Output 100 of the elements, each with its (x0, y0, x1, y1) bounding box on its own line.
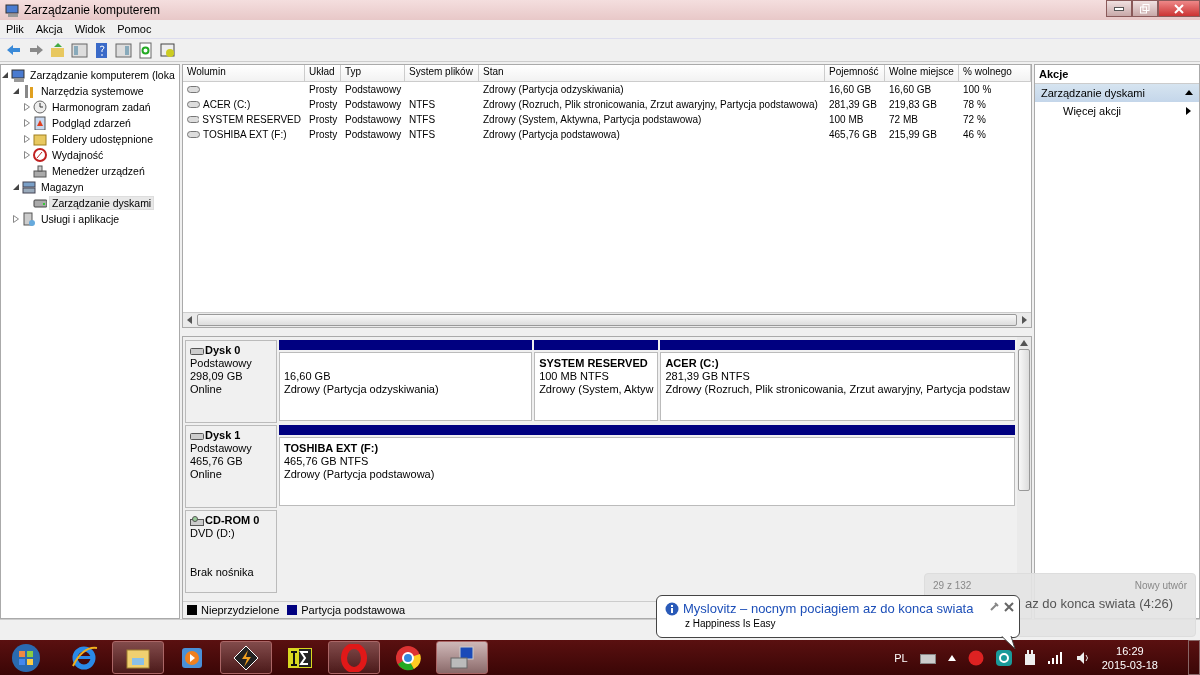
disk-type: Podstawowy (190, 442, 253, 455)
partition-block[interactable]: ACER (C:) 281,39 GB NTFS Zdrowy (Rozruch, Plik stronicowania, Zrzut awaryjny, Partycja podstaw (660, 352, 1015, 421)
disk-type: DVD (D:) (190, 527, 236, 540)
expand-arrow-icon[interactable] (12, 215, 20, 223)
menu-item[interactable]: Widok (68, 23, 112, 35)
tree-item[interactable]: Narzędzia systemowe (38, 84, 147, 98)
clock-time[interactable]: 16:29 (1116, 643, 1144, 658)
drive-icon (187, 101, 200, 108)
e-letter-icon[interactable] (995, 649, 1012, 666)
tree-item[interactable]: Magazyn (38, 180, 87, 194)
table-cell-text: Prosty (309, 83, 338, 97)
table-cell-text: 219,83 GB (889, 98, 937, 112)
up-button[interactable] (48, 41, 66, 59)
info-icon (665, 601, 679, 616)
window-title: Zarządzanie komputerem (24, 3, 162, 17)
column-header[interactable]: Wolne miejsce (885, 65, 959, 82)
table-cell-text: 16,60 GB (889, 83, 932, 97)
column-header[interactable]: % wolnego (959, 65, 1031, 82)
collapse-arrow-icon[interactable] (1185, 90, 1193, 96)
column-header[interactable]: Wolumin (183, 65, 305, 82)
signal-bars-icon[interactable] (1047, 651, 1064, 664)
disk-drive-icon (190, 345, 204, 356)
table-cell-text: Podstawowy (345, 113, 402, 127)
scroll-up-icon[interactable] (1019, 339, 1029, 347)
speaker-icon[interactable] (1075, 650, 1090, 665)
column-header[interactable]: Pojemność (825, 65, 885, 82)
maximize-button[interactable] (1132, 0, 1158, 17)
table-cell-text: Prosty (309, 113, 338, 127)
close-icon (1174, 3, 1184, 14)
show-hidden-icon[interactable] (947, 654, 956, 661)
table-cell-text: 465,76 GB (829, 128, 877, 142)
scrollbar-thumb[interactable] (1018, 349, 1030, 491)
actions-section[interactable]: Zarządzanie dyskami (1035, 84, 1199, 102)
disk-name: Dysk 1 (205, 429, 241, 442)
track-title: az do konca swiata (4:26) (1025, 596, 1174, 611)
menu-item[interactable]: Plik (0, 23, 30, 35)
menu-item[interactable]: Akcja (29, 23, 69, 35)
expand-arrow-icon[interactable] (23, 135, 31, 143)
browser-icon (394, 643, 422, 672)
notification-subtitle: z Happiness Is Easy (684, 618, 777, 629)
tree-item[interactable]: Wydajność (49, 148, 107, 162)
disk-drive-icon (190, 430, 204, 441)
tree-item[interactable]: Harmonogram zadań (49, 100, 154, 114)
collapse-arrow-icon[interactable] (1, 71, 9, 79)
submenu-arrow-icon (1186, 107, 1191, 115)
scroll-right-icon[interactable] (1019, 315, 1029, 325)
table-cell-text: 46 % (963, 128, 986, 142)
tree-item[interactable]: Menedżer urządzeń (49, 164, 148, 178)
tree-item[interactable]: Podgląd zdarzeń (49, 116, 134, 130)
tree-item[interactable]: Usługi i aplikacje (38, 212, 123, 226)
table-cell-text: 72 % (963, 113, 986, 127)
tree-item[interactable]: Zarządzanie komputerem (loka (27, 68, 178, 82)
collapse-arrow-icon[interactable] (12, 183, 20, 191)
collapse-arrow-icon[interactable] (12, 87, 20, 95)
table-cell-text: Prosty (309, 128, 338, 142)
column-header[interactable]: Stan (479, 65, 825, 82)
partition-block[interactable]: 16,60 GB Zdrowy (Partycja odzyskiwania) (279, 352, 533, 421)
notification-title: Myslovitz – nocnym pociagiem az do konca swiata (683, 601, 974, 616)
partition-name: TOSHIBA EXT (F:) (284, 442, 379, 455)
tree-item[interactable]: Zarządzanie dyskami (49, 196, 155, 210)
action-item[interactable]: Więcej akcji (1035, 102, 1199, 120)
language-indicator[interactable]: PL (894, 651, 908, 664)
tools-icon (22, 84, 36, 98)
menu-item[interactable]: Pomoc (111, 23, 158, 35)
disk-status: Brak nośnika (190, 566, 255, 579)
show-desktop-button[interactable] (1188, 640, 1200, 675)
refresh-button[interactable] (136, 41, 154, 59)
table-cell-text: 78 % (963, 98, 986, 112)
partition-block[interactable]: TOSHIBA EXT (F:) 465,76 GB NTFS Zdrowy (Partycja podstawowa) (279, 437, 1015, 506)
taskbar-app-button[interactable] (220, 641, 272, 674)
column-header[interactable]: System plików (405, 65, 479, 82)
column-header[interactable]: Typ (341, 65, 405, 82)
expand-arrow-icon[interactable] (23, 103, 31, 111)
clock-date[interactable]: 2015-03-18 (1101, 657, 1158, 672)
table-cell-text: 16,60 GB (829, 83, 872, 97)
close-button[interactable] (1004, 602, 1014, 612)
tree-item[interactable]: Foldery udostępnione (49, 132, 156, 146)
power-plug-icon[interactable] (1023, 649, 1036, 666)
scroll-left-icon[interactable] (185, 315, 195, 325)
media-app-icon[interactable] (967, 649, 984, 666)
expand-arrow-icon[interactable] (23, 151, 31, 159)
wrench-icon[interactable] (989, 602, 999, 612)
device-icon (33, 164, 47, 178)
partition-block[interactable]: SYSTEM RESERVED 100 MB NTFS Zdrowy (System, Aktyw (534, 352, 659, 421)
clock-icon (33, 100, 47, 114)
services-icon (22, 212, 36, 226)
taskbar-app-button[interactable] (112, 641, 164, 674)
scrollbar-thumb[interactable] (197, 314, 1017, 326)
table-cell-text: 72 MB (889, 113, 918, 127)
table-cell-text: ACER (C:) (203, 98, 251, 112)
minimize-button[interactable] (1106, 0, 1132, 17)
computer-icon (11, 68, 25, 82)
drive-icon (187, 86, 200, 93)
table-cell-text: NTFS (409, 98, 436, 112)
expand-arrow-icon[interactable] (23, 119, 31, 127)
table-cell-text: Podstawowy (345, 83, 402, 97)
close-button[interactable] (1158, 0, 1200, 17)
keyboard-icon[interactable] (919, 651, 936, 664)
column-header[interactable]: Układ (305, 65, 341, 82)
table-cell-text: 281,39 GB (829, 98, 877, 112)
